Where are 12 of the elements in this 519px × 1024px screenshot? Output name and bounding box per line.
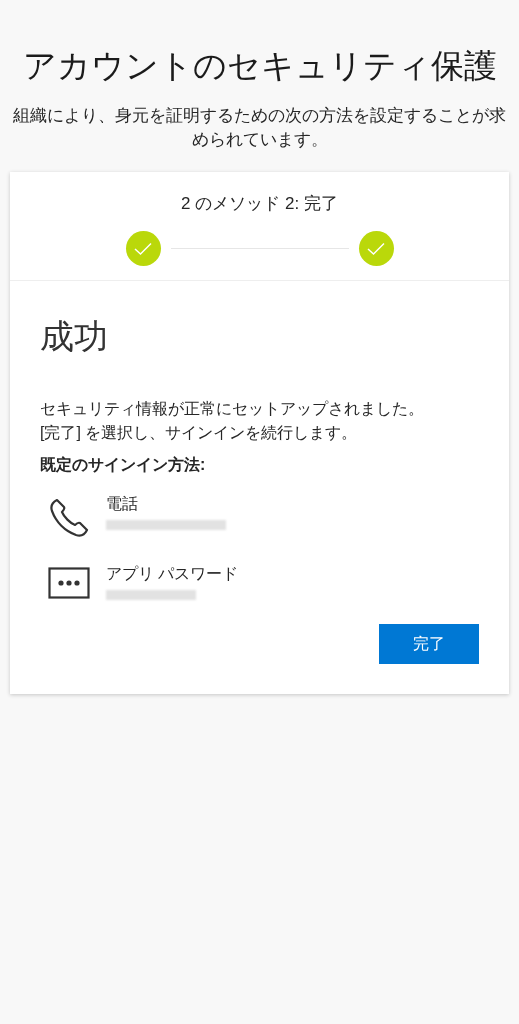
success-heading: 成功 [40, 316, 109, 357]
page-subtitle: 組織により、身元を証明するための次の方法を設定することが求められています。 [12, 105, 507, 151]
method-name: 電話 [106, 494, 139, 514]
method-name: アプリ パスワード [106, 564, 239, 584]
methods-label: 既定のサインイン方法: [40, 455, 207, 475]
progress-label: 2 のメソッド 2: 完了 [181, 193, 338, 215]
done-button[interactable]: 完了 [379, 624, 479, 664]
success-message: [完了] を選択し、サインインを続行します。 [40, 423, 359, 443]
phone-icon [48, 497, 90, 539]
success-message: セキュリティ情報が正常にセットアップされました。 [40, 399, 425, 419]
password-icon [48, 567, 90, 599]
page-title: アカウントのセキュリティ保護 [21, 46, 498, 86]
